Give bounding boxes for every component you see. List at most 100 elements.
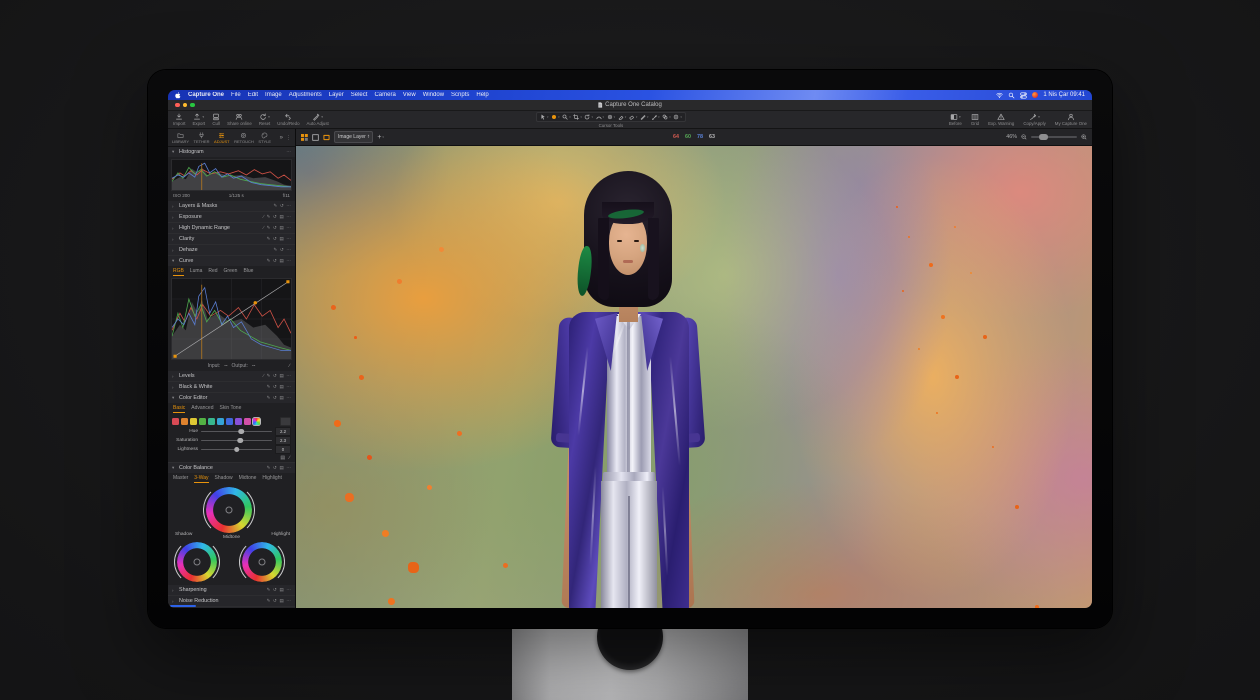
swatch-blue[interactable] — [226, 418, 233, 425]
panel-row-sharpening[interactable]: ›Sharpening✎↺▤⋯ — [168, 585, 295, 595]
panel-action-icon[interactable]: ✎ — [267, 259, 271, 264]
panel-action-icon[interactable]: ▤ — [279, 237, 283, 242]
menu-view[interactable]: View — [403, 92, 416, 98]
toolbar-cull-button[interactable]: Cull — [212, 113, 220, 126]
panel-action-icon[interactable]: ▤ — [279, 259, 283, 264]
sidebar-tab-adjust[interactable]: ADJUST — [214, 132, 230, 144]
panel-action-icon[interactable]: ⋯ — [286, 374, 291, 379]
panel-action-icon[interactable]: ✎ — [267, 237, 271, 242]
menu-file[interactable]: File — [231, 92, 241, 98]
close-button[interactable] — [175, 103, 180, 108]
midtone-wheel[interactable] — [206, 487, 252, 533]
panel-action-icon[interactable]: ▤ — [279, 588, 283, 593]
panel-action-icon[interactable]: ✎ — [267, 226, 271, 231]
tab-red[interactable]: Red — [208, 268, 217, 276]
panel-action-icon[interactable]: ✎ — [274, 248, 278, 253]
swatch-yellow[interactable] — [190, 418, 197, 425]
menu-select[interactable]: Select — [351, 92, 368, 98]
swatch-cyan[interactable] — [217, 418, 224, 425]
panel-action-icon[interactable]: ▤ — [279, 396, 283, 401]
panel-action-icon[interactable]: ✎ — [267, 374, 271, 379]
sidebar-tab-tether[interactable]: TETHER — [194, 132, 210, 144]
toolbar-reset-button[interactable]: ▾Reset — [259, 113, 270, 126]
panel-action-icon[interactable]: ↺ — [273, 599, 277, 604]
minimize-button[interactable] — [183, 103, 188, 108]
panel-action-icon[interactable]: ✎ — [274, 204, 278, 209]
scrollbar-thumb[interactable] — [170, 605, 196, 607]
panel-action-icon[interactable]: ✎ — [267, 466, 271, 471]
panel-color-editor-header[interactable]: ▾ Color Editor ✎↺▤⋯ — [168, 392, 295, 403]
panel-row-layers-masks[interactable]: ›Layers & Masks✎↺⋯ — [168, 201, 295, 211]
slider-thumb[interactable] — [239, 429, 245, 435]
tab-highlight[interactable]: Highlight — [262, 475, 281, 483]
zoom-slider[interactable] — [1031, 136, 1077, 138]
toolbar-undo-button[interactable]: Undo/Redo — [277, 113, 299, 126]
panel-action-icon[interactable]: ↺ — [273, 588, 277, 593]
panel-action-icon[interactable]: ⋯ — [286, 588, 291, 593]
tab-basic[interactable]: Basic — [173, 405, 185, 413]
toolbar-share-button[interactable]: Share online — [227, 113, 252, 126]
tool-spot-button[interactable]: ▾ — [607, 114, 616, 120]
toolbar-autoadjust-button[interactable]: ▾Auto Adjust — [307, 113, 329, 126]
tab-luma[interactable]: Luma — [190, 268, 203, 276]
panel-row-dehaze[interactable]: ›Dehaze✎↺⋯ — [168, 244, 295, 255]
panel-action-icon[interactable]: ▤ — [279, 466, 283, 471]
panel-action-icon[interactable]: ⋯ — [286, 466, 291, 471]
menu-help[interactable]: Help — [476, 92, 488, 98]
panel-row-black-white[interactable]: ›Black & White✎↺▤⋯ — [168, 381, 295, 392]
tab-blue[interactable]: Blue — [243, 268, 253, 276]
panel-action-icon[interactable]: ⋯ — [286, 248, 291, 253]
tab-3-way[interactable]: 3-Way — [194, 475, 208, 483]
panel-row-levels[interactable]: ›Levels∕✎↺▤⋯ — [168, 371, 295, 381]
panel-action-icon[interactable]: ⋯ — [286, 599, 291, 604]
panel-row-clarity[interactable]: ›Clarity✎↺▤⋯ — [168, 233, 295, 244]
double-chevron-icon[interactable]: » — [280, 135, 283, 141]
panel-action-icon[interactable]: ⋯ — [286, 215, 291, 220]
panel-action-icon[interactable]: ✎ — [267, 396, 271, 401]
panel-action-icon[interactable]: ▤ — [279, 226, 283, 231]
tool-crop-button[interactable]: ▾ — [573, 114, 582, 120]
filmstrip-view-icon[interactable] — [323, 134, 330, 141]
swatch-all-colors[interactable] — [253, 418, 260, 425]
swatch-add-box[interactable] — [280, 417, 291, 426]
swatch-magenta[interactable] — [244, 418, 251, 425]
panel-action-icon[interactable]: ↺ — [273, 466, 277, 471]
zoom-in-icon[interactable] — [1081, 134, 1087, 140]
siri-icon[interactable] — [1032, 92, 1038, 98]
highlight-wheel[interactable] — [242, 542, 282, 582]
toolbar-copyapply-button[interactable]: ▾Copy/Apply — [1023, 113, 1045, 126]
curve-picker-icon[interactable]: ∕ — [289, 363, 290, 369]
panel-action-icon[interactable]: ⋯ — [286, 385, 291, 390]
menu-scripts[interactable]: Scripts — [451, 92, 469, 98]
curve-graph[interactable] — [171, 278, 292, 360]
panel-action-icon[interactable]: ✎ — [267, 599, 271, 604]
toolbar-export-button[interactable]: ▾Export — [192, 113, 205, 126]
tool-clone-button[interactable]: ▾ — [662, 114, 671, 120]
slider-track[interactable] — [201, 449, 272, 451]
add-layer-button[interactable]: +▾ — [377, 134, 384, 141]
tool-loupe-button[interactable]: ▾ — [562, 114, 571, 120]
panel-action-icon[interactable]: ⋯ — [286, 259, 291, 264]
tab-shadow[interactable]: Shadow — [215, 475, 233, 483]
swatch-teal[interactable] — [208, 418, 215, 425]
vertical-dots-icon[interactable]: ⋮ — [286, 135, 291, 141]
tool-heal-button[interactable]: ▾ — [618, 114, 627, 120]
panel-action-icon[interactable]: ↺ — [280, 204, 284, 209]
panel-curve-header[interactable]: ▾ Curve ✎↺▤⋯ — [168, 255, 295, 266]
toolbar-mycaptureone-button[interactable]: My Capture One — [1055, 113, 1087, 126]
panel-action-icon[interactable]: ↺ — [273, 237, 277, 242]
slider-thumb[interactable] — [237, 438, 243, 444]
panel-action-icon[interactable]: ▤ — [279, 215, 283, 220]
toolbar-expwarning-button[interactable]: Exp. Warning — [988, 113, 1014, 126]
menu-layer[interactable]: Layer — [329, 92, 344, 98]
tool-pointer-button[interactable]: ▾ — [540, 114, 549, 120]
menu-edit[interactable]: Edit — [248, 92, 258, 98]
panel-action-icon[interactable]: ⋯ — [286, 226, 291, 231]
swatch-red[interactable] — [172, 418, 179, 425]
panel-action-icon[interactable]: ↺ — [273, 396, 277, 401]
tab-midtone[interactable]: Midtone — [239, 475, 257, 483]
panel-row-exposure[interactable]: ›Exposure∕✎↺▤⋯ — [168, 211, 295, 222]
tab-green[interactable]: Green — [224, 268, 238, 276]
zoom-slider-thumb[interactable] — [1039, 134, 1048, 139]
panel-action-icon[interactable]: ▤ — [280, 455, 285, 460]
